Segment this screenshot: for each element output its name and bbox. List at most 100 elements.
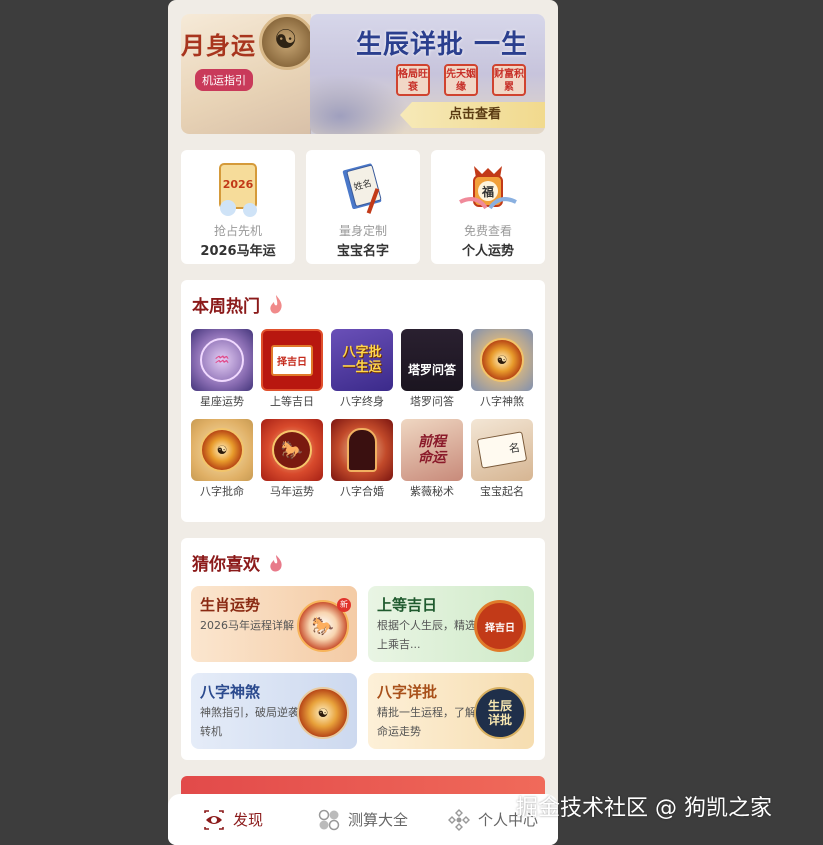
ziwei-icon: 前程 命运 xyxy=(401,419,463,481)
calendar-icon: 择吉日 xyxy=(261,329,323,391)
banner-fortune[interactable]: 月身运 机运指引 xyxy=(181,14,315,134)
grid-icon xyxy=(318,809,340,830)
bottom-tab-bar: 发现 测算大全 个人中心 xyxy=(168,794,558,845)
guess-card-title: 八字详批 xyxy=(377,683,438,701)
feature-sub: 抢占先机 xyxy=(213,224,262,238)
couple-figure xyxy=(347,428,377,472)
banner-bazi-detail[interactable]: 生辰详批 一生 格局旺衰 先天姻缘 财富积累 点击查看 xyxy=(310,14,545,134)
guess-card-bazi-detail[interactable]: 八字详批 精批一生运程，了解命运走势 生辰 详批 xyxy=(368,673,534,749)
flame-icon xyxy=(270,555,282,572)
zodiac-glyph: ♒ xyxy=(200,338,244,382)
guess-grid: 生肖运势 2026马年运程详解 🐎 新 上等吉日 根据个人生辰，精选上乘吉...… xyxy=(191,586,534,749)
banner-left-pill[interactable]: 机运指引 xyxy=(195,69,253,91)
ziwei-art-text: 前程 命运 xyxy=(418,434,446,466)
guess-section: 猜你喜欢 生肖运势 2026马年运程详解 🐎 新 上等吉日 根据个人生辰，精选上… xyxy=(181,538,545,760)
banner-tags: 格局旺衰 先天姻缘 财富积累 xyxy=(396,64,526,96)
couple-icon xyxy=(331,419,393,481)
hot-item-label: 紫薇秘术 xyxy=(410,485,454,498)
app-screen: 月身运 机运指引 生辰详批 一生 格局旺衰 先天姻缘 财富积累 点击查看 202… xyxy=(168,0,558,845)
banner-carousel[interactable]: 月身运 机运指引 生辰详批 一生 格局旺衰 先天姻缘 财富积累 点击查看 xyxy=(181,14,545,134)
feature-card-baby-name[interactable]: 姓名 量身定制 宝宝名字 xyxy=(306,150,420,264)
hot-item-zodiac[interactable]: ♒ 星座运势 xyxy=(191,329,253,409)
hot-item-label: 上等吉日 xyxy=(270,395,314,408)
banner-left-title: 月身运 xyxy=(181,32,256,60)
bagua-disc-icon xyxy=(259,14,315,70)
guess-card-desc: 根据个人生辰，精选上乘吉... xyxy=(377,619,476,651)
hot-item-label: 塔罗问答 xyxy=(410,395,454,408)
hot-item-label: 八字终身 xyxy=(340,395,384,408)
baby-name-book-icon: 名 xyxy=(471,419,533,481)
guess-card-zodiac[interactable]: 生肖运势 2026马年运程详解 🐎 新 xyxy=(191,586,357,662)
feature-card-personal-fortune[interactable]: 福 免费查看 个人运势 xyxy=(431,150,545,264)
wheel-glyph: ☯ xyxy=(480,338,524,382)
watermark: 掘金技术社区 @ 狗凯之家 xyxy=(516,796,772,821)
bagua-wheel-icon: ☯ xyxy=(191,419,253,481)
feature-cards: 2026 抢占先机 2026马年运 姓名 量身定制 宝宝名字 福 免费查看 个人… xyxy=(181,150,545,264)
hot-item-label: 八字神煞 xyxy=(480,395,524,408)
view-button[interactable]: 点击查看 xyxy=(400,102,545,128)
hot-item-bazi-mingli[interactable]: ☯ 八字批命 xyxy=(191,419,253,499)
hot-item-baby-name[interactable]: 名 宝宝起名 xyxy=(471,419,533,499)
hot-section: 本周热门 ♒ 星座运势 择吉日 上等吉日 八字批 一生运 八字终身 塔罗问答 塔… xyxy=(181,280,545,522)
name-book-icon: 姓名 xyxy=(342,163,382,214)
flame-icon xyxy=(270,295,282,314)
feature-sub: 量身定制 xyxy=(338,224,387,238)
horse-icon: 🐎 xyxy=(261,419,323,481)
hot-item-label: 马年运势 xyxy=(270,485,314,498)
book-art-text: 名 xyxy=(476,431,528,469)
guess-card-lucky-day[interactable]: 上等吉日 根据个人生辰，精选上乘吉... 择吉日 xyxy=(368,586,534,662)
feature-title: 2026马年运 xyxy=(200,244,276,259)
guess-card-title: 生肖运势 xyxy=(200,596,261,614)
fortune-lantern-icon: 福 xyxy=(459,166,517,210)
banner-right-title: 生辰详批 一生 xyxy=(356,30,529,60)
zodiac-wheel-icon: ♒ xyxy=(191,329,253,391)
user-icon xyxy=(447,808,470,831)
tab-label: 测算大全 xyxy=(347,811,408,829)
horse-glyph: 🐎 xyxy=(272,430,312,470)
guess-card-bazi-shensha[interactable]: 八字神煞 神煞指引，破局逆袭转机 ☯ xyxy=(191,673,357,749)
calendar-text: 择吉日 xyxy=(271,344,313,376)
hot-item-label: 宝宝起名 xyxy=(480,485,524,498)
guess-card-title: 上等吉日 xyxy=(377,596,438,614)
tab-all-readings[interactable]: 测算大全 xyxy=(298,794,428,845)
hot-item-marriage[interactable]: 八字合婚 xyxy=(331,419,393,499)
hot-item-label: 八字合婚 xyxy=(340,485,384,498)
bagua-wheel-icon: ☯ xyxy=(297,687,349,739)
guess-title-text: 猜你喜欢 xyxy=(192,555,260,575)
moon-decoration xyxy=(310,74,410,134)
hot-item-horse-year[interactable]: 🐎 马年运势 xyxy=(261,419,323,499)
hot-item-lucky-day[interactable]: 择吉日 上等吉日 xyxy=(261,329,323,409)
hot-item-tarot[interactable]: 塔罗问答 塔罗问答 xyxy=(401,329,463,409)
feature-title: 个人运势 xyxy=(461,244,514,259)
hot-title-text: 本周热门 xyxy=(192,297,260,317)
hot-item-bazi-shensha[interactable]: ☯ 八字神煞 xyxy=(471,329,533,409)
guess-card-desc: 精批一生运程，了解命运走势 xyxy=(377,706,476,738)
bazi-art-text: 八字批 一生运 xyxy=(342,345,382,375)
bagua-wheel-icon: ☯ xyxy=(471,329,533,391)
hot-item-label: 星座运势 xyxy=(200,395,244,408)
guess-section-title: 猜你喜欢 xyxy=(192,550,284,575)
tab-label: 发现 xyxy=(232,811,263,829)
hot-item-bazi-lifetime[interactable]: 八字批 一生运 八字终身 xyxy=(331,329,393,409)
hot-item-label: 八字批命 xyxy=(200,485,244,498)
new-badge: 新 xyxy=(337,598,351,612)
scroll-year-text: 2026 xyxy=(223,178,254,191)
banner-tag: 格局旺衰 xyxy=(396,64,430,96)
guess-card-desc: 2026马年运程详解 xyxy=(200,619,294,632)
feature-card-2026[interactable]: 2026 抢占先机 2026马年运 xyxy=(181,150,295,264)
banner-tag: 先天姻缘 xyxy=(444,64,478,96)
bazi-lifetime-icon: 八字批 一生运 xyxy=(331,329,393,391)
tab-discover[interactable]: 发现 xyxy=(168,794,298,845)
banner-tag: 财富积累 xyxy=(492,64,526,96)
feature-sub: 免费查看 xyxy=(463,224,512,238)
tarot-icon: 塔罗问答 xyxy=(401,329,463,391)
hot-grid: ♒ 星座运势 择吉日 上等吉日 八字批 一生运 八字终身 塔罗问答 塔罗问答 ☯… xyxy=(191,329,536,499)
eye-icon xyxy=(204,809,224,830)
lantern-fu-text: 福 xyxy=(481,184,494,199)
hot-item-ziwei[interactable]: 前程 命运 紫薇秘术 xyxy=(401,419,463,499)
feature-title: 宝宝名字 xyxy=(336,244,389,259)
bazi-detail-icon: 生辰 详批 xyxy=(474,687,526,739)
calendar-icon: 择吉日 xyxy=(474,600,526,652)
scroll-2026-icon: 2026 xyxy=(219,163,257,217)
tarot-art-text: 塔罗问答 xyxy=(407,362,456,377)
